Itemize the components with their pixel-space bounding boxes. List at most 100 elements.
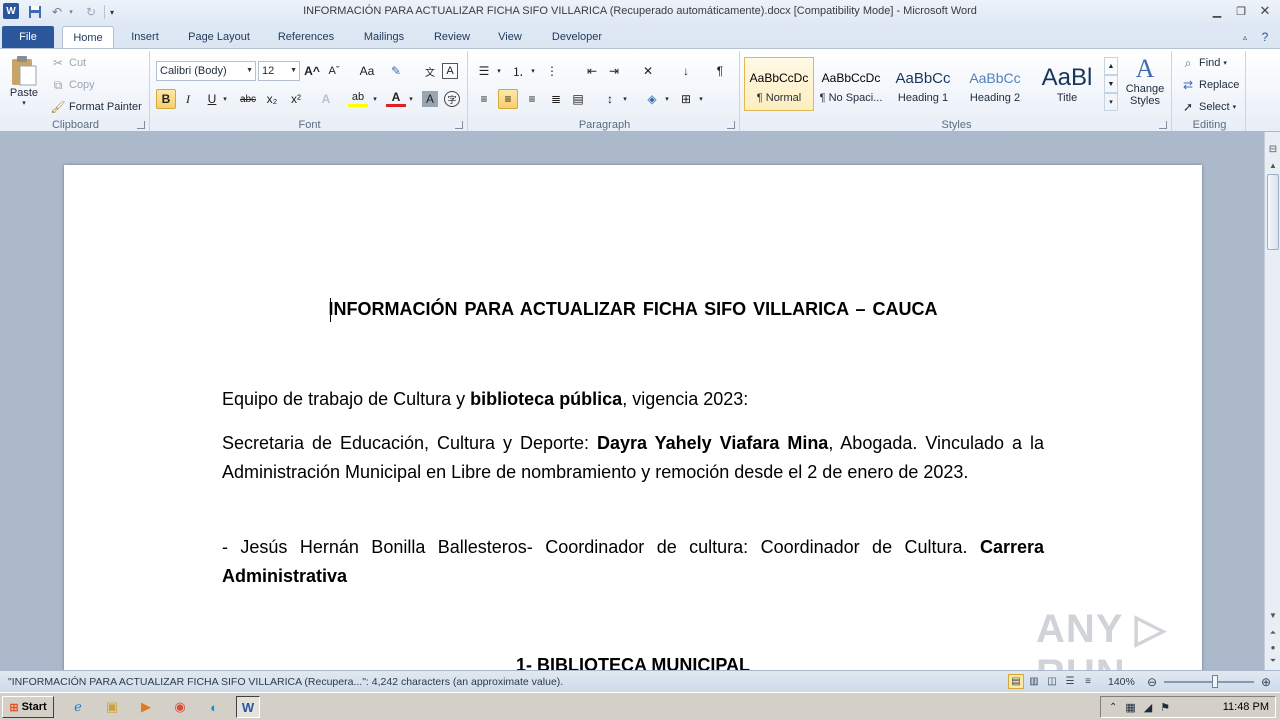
styles-scroll-up-icon[interactable]: ▲: [1104, 57, 1118, 75]
scroll-thumb[interactable]: [1267, 174, 1279, 250]
borders-dropdown-icon[interactable]: ▾: [696, 89, 706, 109]
align-center-button[interactable]: ≡: [498, 89, 518, 109]
styles-scroll-down-icon[interactable]: ▼: [1104, 75, 1118, 93]
zoom-level[interactable]: 140%: [1108, 676, 1135, 688]
character-border-button[interactable]: A: [442, 63, 458, 79]
distributed-button[interactable]: ▤: [568, 89, 588, 109]
line-spacing-button[interactable]: ↕: [600, 89, 620, 109]
word-taskbar-icon[interactable]: W: [236, 696, 260, 718]
outline-view-icon[interactable]: ☰: [1062, 674, 1078, 689]
bullets-dropdown-icon[interactable]: ▾: [494, 61, 504, 81]
file-explorer-icon[interactable]: ▣: [100, 696, 124, 718]
scroll-down-icon[interactable]: ▼: [1265, 608, 1280, 622]
style-heading-1[interactable]: AaBbCc Heading 1: [888, 57, 958, 111]
minimize-button[interactable]: ▁: [1206, 2, 1228, 20]
borders-button[interactable]: ⊞: [676, 89, 696, 109]
style-no-spacing[interactable]: AaBbCcDc ¶ No Spaci...: [816, 57, 886, 111]
shading-button[interactable]: ◈: [642, 89, 662, 109]
tab-review[interactable]: Review: [426, 26, 478, 48]
style-heading-2[interactable]: AaBbCc Heading 2: [960, 57, 1030, 111]
zoom-in-icon[interactable]: ⊕: [1258, 674, 1274, 689]
tab-references[interactable]: References: [270, 26, 342, 48]
highlight-dropdown-icon[interactable]: ▾: [370, 89, 380, 109]
sort-button[interactable]: ↓: [676, 61, 696, 81]
format-painter-button[interactable]: 🖌 Format Painter: [50, 99, 141, 115]
show-hide-button[interactable]: ¶: [710, 61, 730, 81]
tab-view[interactable]: View: [490, 26, 530, 48]
font-color-button[interactable]: A: [386, 89, 406, 107]
browse-object-icon[interactable]: ●: [1265, 640, 1280, 654]
numbering-button[interactable]: ⒈: [508, 61, 528, 81]
tab-mailings[interactable]: Mailings: [354, 26, 414, 48]
grow-font-button[interactable]: A^: [302, 61, 322, 81]
clipboard-launcher-icon[interactable]: [137, 121, 145, 129]
tab-file[interactable]: File: [2, 26, 54, 48]
underline-button[interactable]: U: [202, 89, 222, 109]
align-left-button[interactable]: ≡: [474, 89, 494, 109]
cut-button[interactable]: ✂ Cut: [50, 55, 86, 71]
multilevel-list-button[interactable]: ⋮: [542, 61, 562, 81]
styles-more-icon[interactable]: ▾: [1104, 93, 1118, 111]
minimize-ribbon-icon[interactable]: ▵: [1236, 26, 1254, 48]
font-color-dropdown-icon[interactable]: ▾: [406, 89, 416, 109]
document-area[interactable]: INFORMACIÓN PARA ACTUALIZAR FICHA SIFO V…: [0, 132, 1264, 670]
font-launcher-icon[interactable]: [455, 121, 463, 129]
paste-button[interactable]: Paste ▾: [6, 55, 42, 115]
clear-formatting-button[interactable]: ✎: [386, 61, 406, 81]
tab-home[interactable]: Home: [62, 26, 114, 48]
start-button[interactable]: ⊞ Start: [2, 696, 54, 718]
internet-explorer-icon[interactable]: ℯ: [66, 696, 90, 718]
italic-button[interactable]: I: [178, 89, 198, 109]
full-screen-reading-icon[interactable]: ▥: [1026, 674, 1042, 689]
previous-page-icon[interactable]: ⏶: [1265, 626, 1280, 640]
tab-insert[interactable]: Insert: [122, 26, 168, 48]
asian-layout-button[interactable]: ✕: [638, 61, 658, 81]
change-styles-button[interactable]: A Change Styles: [1122, 55, 1168, 115]
style-title[interactable]: AaBl Title: [1032, 57, 1102, 111]
character-shading-button[interactable]: A: [422, 91, 438, 107]
document-page[interactable]: INFORMACIÓN PARA ACTUALIZAR FICHA SIFO V…: [64, 165, 1202, 670]
justify-button[interactable]: ≣: [546, 89, 566, 109]
strikethrough-button[interactable]: abc: [238, 89, 258, 109]
paragraph-launcher-icon[interactable]: [727, 121, 735, 129]
underline-dropdown-icon[interactable]: ▾: [220, 89, 230, 109]
superscript-button[interactable]: x²: [286, 89, 306, 109]
numbering-dropdown-icon[interactable]: ▾: [528, 61, 538, 81]
bold-button[interactable]: B: [156, 89, 176, 109]
web-layout-icon[interactable]: ◫: [1044, 674, 1060, 689]
decrease-indent-button[interactable]: ⇤: [582, 61, 602, 81]
font-name-combo[interactable]: Calibri (Body) ▼: [156, 61, 256, 81]
vertical-scrollbar[interactable]: ⊟ ▲ ▼ ⏶ ● ⏷: [1264, 132, 1280, 670]
zoom-out-icon[interactable]: ⊖: [1144, 674, 1160, 689]
line-spacing-dropdown-icon[interactable]: ▾: [620, 89, 630, 109]
volume-icon[interactable]: ◢: [1144, 701, 1152, 714]
increase-indent-button[interactable]: ⇥: [604, 61, 624, 81]
tray-expand-icon[interactable]: ⌃: [1109, 702, 1117, 713]
change-case-button[interactable]: Aa: [354, 61, 380, 81]
replace-button[interactable]: ⇄ Replace: [1180, 77, 1239, 93]
edge-icon[interactable]: ◐: [202, 696, 226, 718]
zoom-slider[interactable]: [1164, 681, 1254, 683]
ruler-toggle-icon[interactable]: ⊟: [1265, 142, 1280, 156]
bullets-button[interactable]: ☰: [474, 61, 494, 81]
shrink-font-button[interactable]: Aˇ: [324, 61, 344, 81]
action-center-flag-icon[interactable]: ⚑: [1160, 701, 1170, 714]
copy-button[interactable]: ⧉ Copy: [50, 77, 95, 93]
close-button[interactable]: ✕: [1254, 2, 1276, 20]
next-page-icon[interactable]: ⏷: [1265, 654, 1280, 668]
tab-page-layout[interactable]: Page Layout: [180, 26, 258, 48]
restore-button[interactable]: ❐: [1230, 2, 1252, 20]
network-icon[interactable]: ▦: [1125, 701, 1135, 714]
find-button[interactable]: ⌕ Find ▾: [1180, 55, 1227, 71]
font-size-combo[interactable]: 12 ▼: [258, 61, 300, 81]
phonetic-guide-button[interactable]: 文: [420, 61, 440, 81]
draft-view-icon[interactable]: ≡: [1080, 674, 1096, 689]
enclose-characters-button[interactable]: 字: [444, 91, 460, 107]
text-effects-button[interactable]: A: [316, 89, 336, 109]
print-layout-view-icon[interactable]: ▤: [1008, 674, 1024, 689]
media-player-icon[interactable]: ▶: [134, 696, 158, 718]
clock[interactable]: 11:48 PM: [1223, 701, 1269, 713]
highlight-button[interactable]: ab: [348, 89, 368, 107]
select-button[interactable]: ➚ Select ▾: [1180, 99, 1236, 115]
style-normal[interactable]: AaBbCcDc ¶ Normal: [744, 57, 814, 111]
